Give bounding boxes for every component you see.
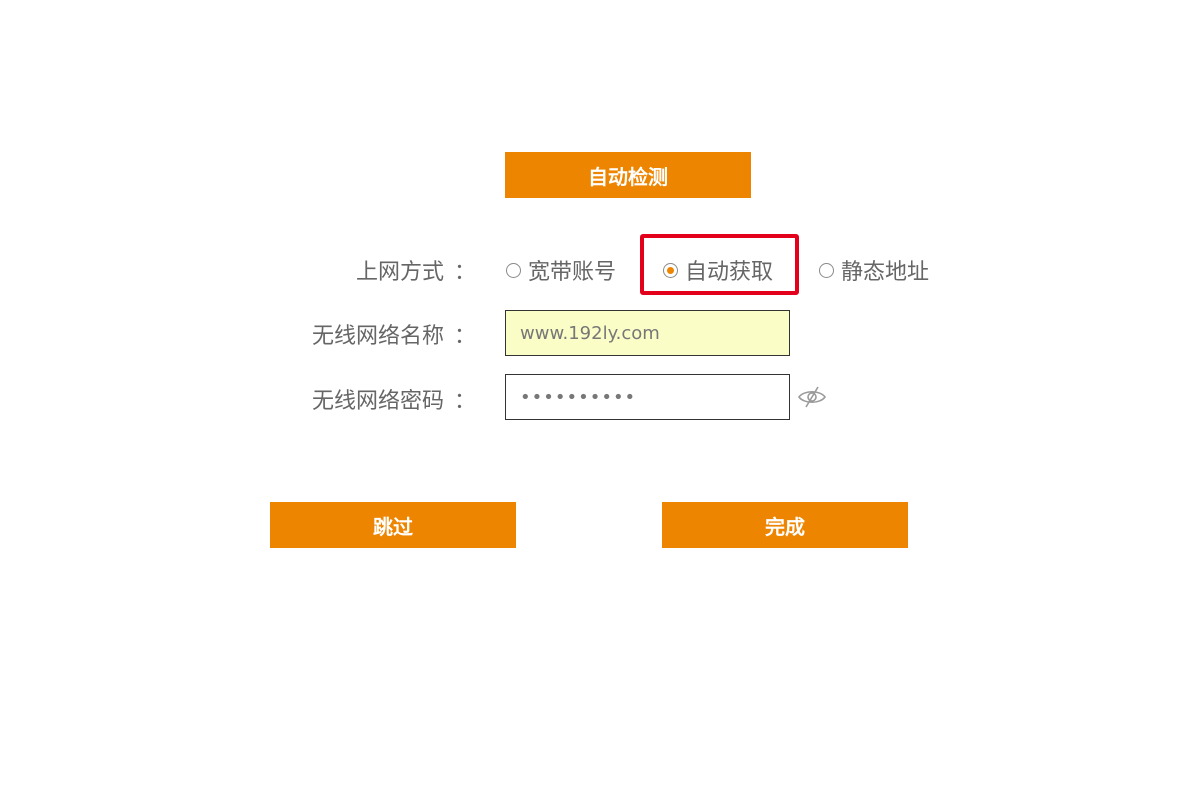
radio-broadband-account[interactable]: 宽带账号 bbox=[506, 254, 616, 286]
radio-unchecked-icon bbox=[506, 262, 521, 278]
finish-button[interactable]: 完成 bbox=[662, 502, 908, 548]
wifi-password-label: 无线网络密码 ： bbox=[276, 383, 476, 415]
wifi-password-label-text: 无线网络密码 bbox=[311, 389, 444, 414]
label-colon: ： bbox=[453, 389, 476, 414]
connection-type-label: 上网方式 ： bbox=[276, 254, 476, 286]
label-colon: ： bbox=[453, 324, 476, 349]
label-colon: ： bbox=[453, 260, 476, 285]
auto-detect-button[interactable]: 自动检测 bbox=[505, 152, 751, 198]
eye-slash-icon[interactable] bbox=[796, 384, 828, 410]
wifi-name-label-text: 无线网络名称 bbox=[311, 324, 444, 349]
wifi-name-input[interactable] bbox=[505, 310, 790, 356]
skip-button[interactable]: 跳过 bbox=[270, 502, 516, 548]
highlight-annotation-box bbox=[640, 234, 799, 295]
radio-static-address[interactable]: 静态地址 bbox=[819, 254, 929, 286]
radio-label-static: 静态地址 bbox=[841, 260, 930, 285]
wifi-name-label: 无线网络名称 ： bbox=[276, 318, 476, 350]
radio-unchecked-icon bbox=[819, 262, 834, 278]
wifi-password-input[interactable] bbox=[505, 374, 790, 420]
radio-label-broadband: 宽带账号 bbox=[528, 260, 617, 285]
connection-type-label-text: 上网方式 bbox=[355, 260, 444, 285]
